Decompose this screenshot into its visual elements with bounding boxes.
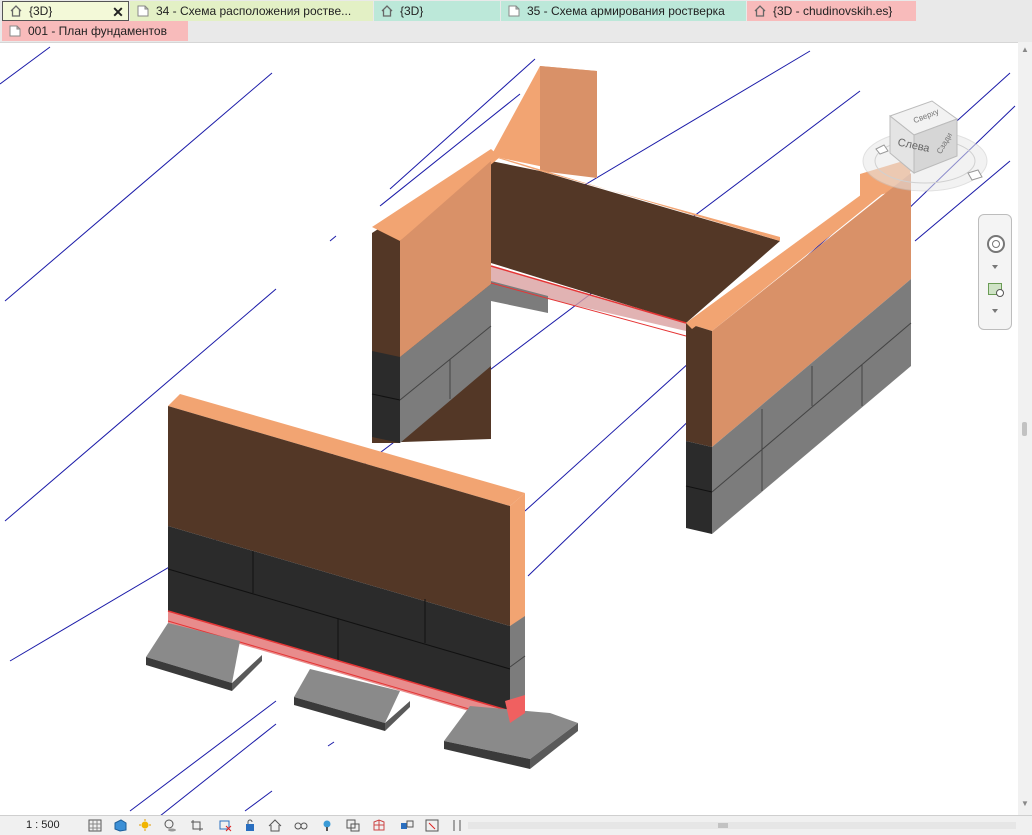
chevron-down-icon[interactable] bbox=[992, 265, 998, 269]
tab-label: {3D - chudinovskih.es} bbox=[773, 4, 893, 18]
home-icon bbox=[754, 5, 766, 17]
view-control-bar: 1 : 500 bbox=[0, 815, 1032, 835]
highlight-displacement-icon[interactable] bbox=[346, 819, 360, 832]
view-tab-bar: {3D} ✕ 34 - Схема расположения роствe...… bbox=[0, 0, 1032, 42]
tab-label: {3D} bbox=[29, 4, 53, 18]
scroll-thumb[interactable] bbox=[718, 823, 728, 828]
tab-sheet-35[interactable]: 35 - Схема армирования ростверка bbox=[501, 1, 746, 21]
zoom-region-icon[interactable] bbox=[988, 283, 1004, 297]
tab-label: 001 - План фундаментов bbox=[28, 24, 167, 38]
temporary-hide-icon[interactable] bbox=[268, 819, 282, 832]
scroll-up-icon[interactable]: ▲ bbox=[1021, 46, 1029, 54]
crop-view-icon[interactable] bbox=[190, 819, 204, 832]
scroll-thumb[interactable] bbox=[1022, 422, 1027, 436]
worksharing-icon[interactable] bbox=[400, 819, 414, 832]
reveal-constraints-icon[interactable] bbox=[425, 819, 439, 832]
tab-3d-view[interactable]: {3D} ✕ bbox=[2, 1, 129, 21]
navigation-bar bbox=[978, 214, 1012, 330]
viewcube[interactable]: Слева Сверху Сзади bbox=[862, 100, 988, 192]
visual-style-icon[interactable] bbox=[113, 819, 127, 832]
shadows-icon[interactable] bbox=[163, 819, 177, 832]
tab-sheet-34[interactable]: 34 - Схема расположения роствe... bbox=[130, 1, 373, 21]
reveal-hidden-icon[interactable] bbox=[294, 819, 308, 832]
analytical-model-icon[interactable] bbox=[372, 819, 386, 832]
show-cropped-icon[interactable] bbox=[450, 819, 464, 832]
tab-3d-user-view[interactable]: {3D - chudinovskih.es} bbox=[747, 1, 916, 21]
unlock-3d-icon[interactable] bbox=[243, 819, 257, 832]
tab-label: {3D} bbox=[400, 4, 424, 18]
chevron-down-icon[interactable] bbox=[992, 309, 998, 313]
sheet-icon bbox=[137, 5, 149, 17]
tab-label: 34 - Схема расположения роствe... bbox=[156, 4, 352, 18]
tab-sheet-001[interactable]: 001 - План фундаментов bbox=[2, 21, 188, 41]
steering-wheel-icon[interactable] bbox=[987, 235, 1005, 253]
close-icon[interactable]: ✕ bbox=[111, 5, 125, 19]
temporary-view-props-icon[interactable] bbox=[320, 819, 334, 832]
crop-region-icon[interactable] bbox=[218, 819, 232, 832]
vertical-scrollbar[interactable]: ▲ ▼ bbox=[1018, 42, 1032, 815]
sun-path-icon[interactable] bbox=[138, 819, 152, 832]
sheet-icon bbox=[9, 25, 21, 37]
horizontal-scrollbar[interactable] bbox=[468, 822, 1016, 829]
3d-viewport[interactable]: Слева Сверху Сзади bbox=[0, 42, 1032, 816]
home-icon bbox=[10, 5, 22, 17]
tab-3d-view-2[interactable]: {3D} bbox=[374, 1, 500, 21]
wall-right[interactable] bbox=[685, 159, 912, 534]
scroll-down-icon[interactable]: ▼ bbox=[1021, 800, 1029, 808]
detail-level-icon[interactable] bbox=[88, 819, 102, 832]
tab-label: 35 - Схема армирования ростверка bbox=[527, 4, 725, 18]
sheet-icon bbox=[508, 5, 520, 17]
model-canvas[interactable]: Слева Сверху Сзади bbox=[0, 43, 1032, 816]
home-icon bbox=[381, 5, 393, 17]
view-scale[interactable]: 1 : 500 bbox=[26, 819, 60, 831]
